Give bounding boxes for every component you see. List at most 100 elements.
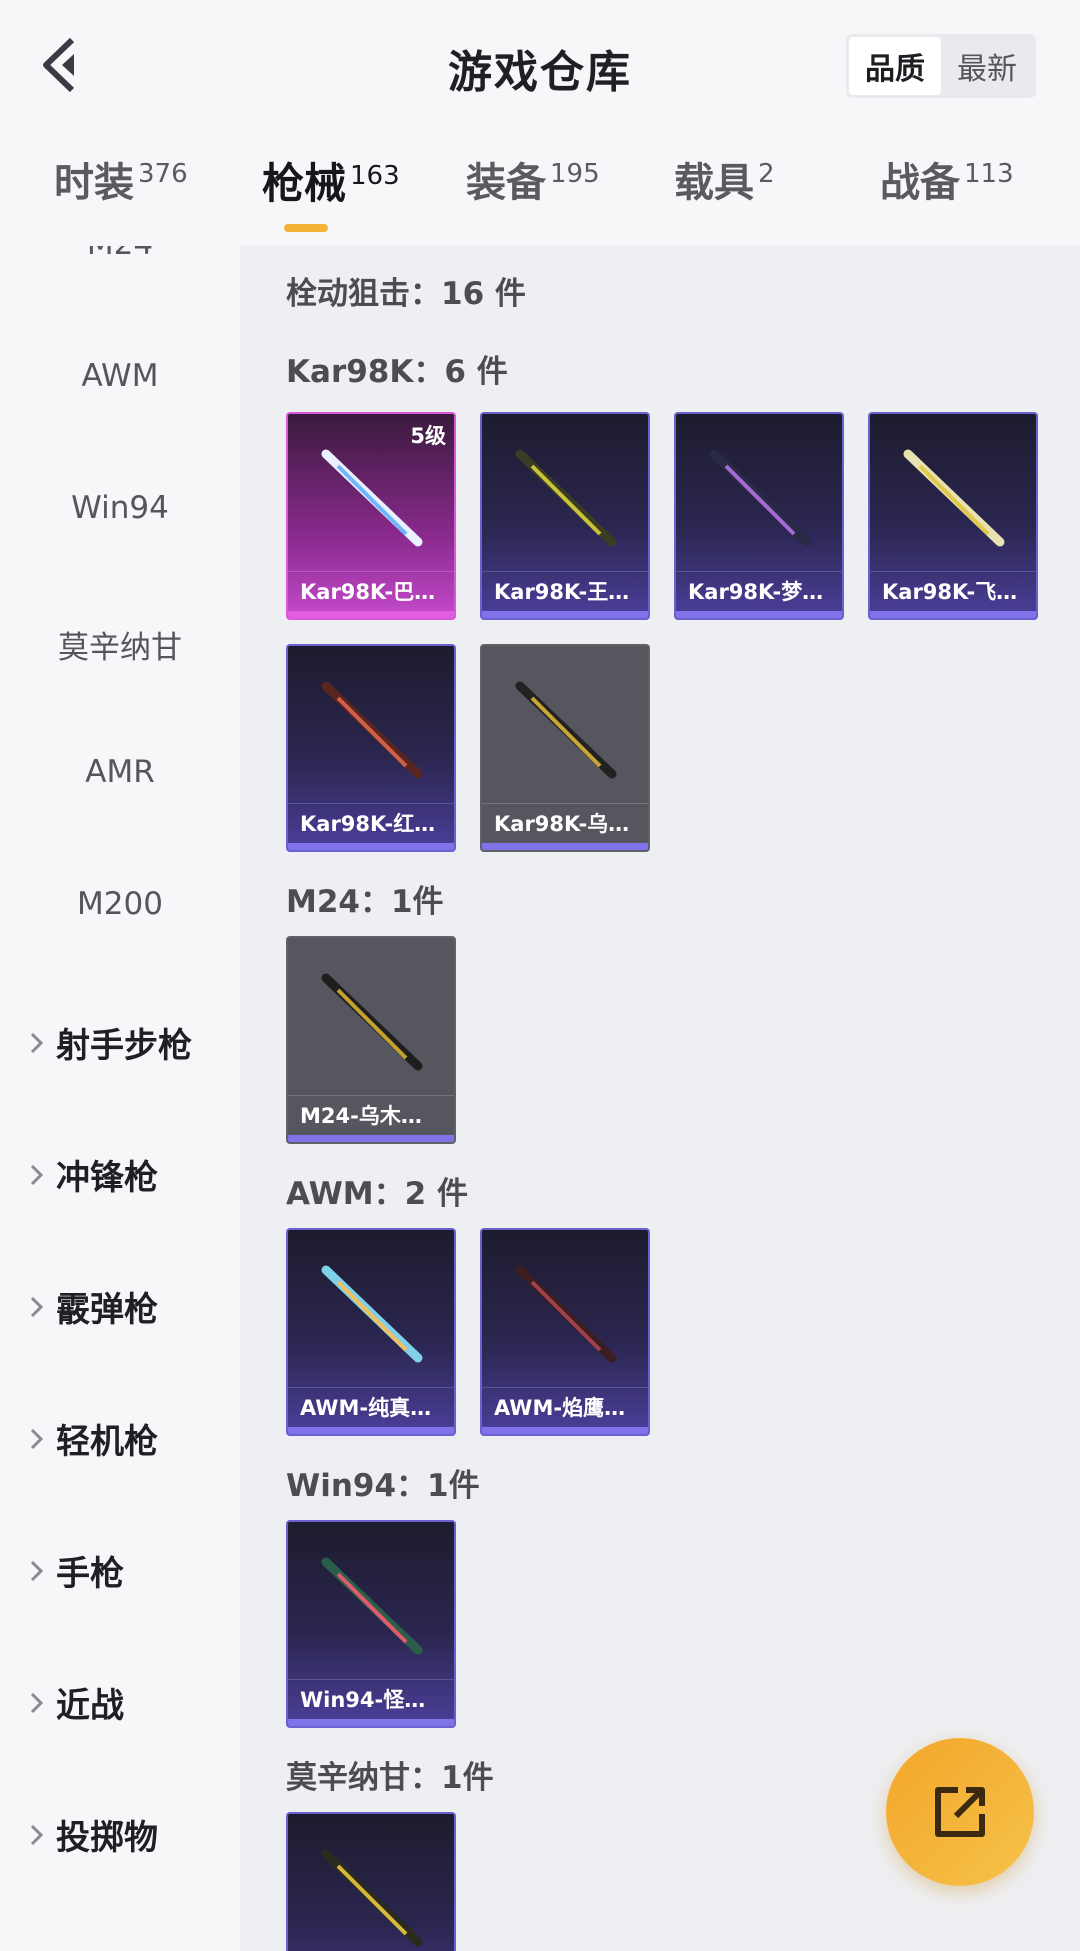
- tab-equipment[interactable]: 装备 195: [466, 150, 600, 246]
- sidebar-item-m24[interactable]: M24: [0, 246, 240, 262]
- rifle-icon: [515, 681, 617, 779]
- rifle-icon: [515, 449, 617, 547]
- section-title: Kar98K：6 件: [286, 354, 508, 390]
- rarity-bar: [288, 843, 454, 850]
- sidebar-category-label: 射手步枪: [56, 1026, 192, 1066]
- tab-count: 163: [350, 161, 400, 191]
- tab-count: 376: [138, 159, 188, 189]
- group-header: 栓动狙击：16 件: [286, 276, 526, 312]
- item-name: Kar98K-红…: [288, 803, 454, 843]
- sidebar-category-label: 霰弹枪: [56, 1290, 158, 1330]
- rifle-icon: [903, 449, 1005, 547]
- section-title: AWM：2 件: [286, 1176, 469, 1212]
- sort-toggle: 品质 最新: [846, 34, 1036, 98]
- sidebar-item-m200[interactable]: M200: [0, 886, 240, 922]
- rarity-bar: [482, 843, 648, 850]
- weapon-skin-card[interactable]: [286, 1812, 456, 1951]
- sort-quality-button[interactable]: 品质: [849, 37, 941, 95]
- rifle-icon: [321, 681, 423, 779]
- sidebar-item-mosin[interactable]: 莫辛纳甘: [0, 622, 240, 667]
- weapon-skin-card[interactable]: Kar98K-红…: [286, 644, 456, 852]
- sidebar-category-lmg[interactable]: 轻机枪: [24, 1414, 158, 1463]
- tab-count: 195: [550, 159, 600, 189]
- rarity-bar: [288, 1719, 454, 1726]
- weapon-skin-card[interactable]: AWM-纯真…: [286, 1228, 456, 1436]
- tab-label: 战备: [880, 160, 960, 206]
- item-name: Kar98K-梦…: [676, 571, 842, 611]
- item-name: Kar98K-乌…: [482, 803, 648, 843]
- item-name: Kar98K-王…: [482, 571, 648, 611]
- weapon-grid: 栓动狙击：16 件 Kar98K：6 件 5级 Kar98K-巴… Kar98K…: [240, 246, 1080, 1951]
- tab-vehicles[interactable]: 载具 2: [674, 150, 775, 246]
- tab-guns[interactable]: 枪械 163: [262, 150, 400, 246]
- rarity-bar: [288, 611, 454, 618]
- tab-count: 2: [758, 159, 775, 189]
- sidebar-item-win94[interactable]: Win94: [0, 490, 240, 526]
- rifle-icon: [709, 449, 811, 547]
- weapon-skin-card[interactable]: Win94-怪…: [286, 1520, 456, 1728]
- weapon-skin-card[interactable]: Kar98K-王…: [480, 412, 650, 620]
- rarity-bar: [288, 1135, 454, 1142]
- section-title: Win94：1件: [286, 1468, 480, 1504]
- weapon-skin-card[interactable]: M24-乌木…: [286, 936, 456, 1144]
- rifle-icon: [321, 973, 423, 1071]
- rarity-bar: [482, 611, 648, 618]
- section-title: M24：1件: [286, 884, 444, 920]
- rarity-bar: [482, 1427, 648, 1434]
- sidebar-category-label: 投掷物: [56, 1818, 158, 1858]
- chevron-right-icon: [30, 1296, 44, 1317]
- sidebar-category-shotgun[interactable]: 霰弹枪: [24, 1282, 158, 1331]
- sidebar-category-label: 冲锋枪: [56, 1158, 158, 1198]
- sidebar-category-melee[interactable]: 近战: [24, 1678, 124, 1727]
- weapon-skin-card[interactable]: Kar98K-乌…: [480, 644, 650, 852]
- chevron-right-icon: [30, 1560, 44, 1581]
- weapon-skin-card[interactable]: Kar98K-梦…: [674, 412, 844, 620]
- rarity-bar: [676, 611, 842, 618]
- active-tab-indicator: [284, 224, 328, 232]
- sidebar-category-pistol[interactable]: 手枪: [24, 1546, 124, 1595]
- item-name: M24-乌木…: [288, 1095, 454, 1135]
- rifle-icon: [321, 449, 423, 547]
- weapon-skin-card[interactable]: AWM-焰鹰…: [480, 1228, 650, 1436]
- tab-label: 时装: [54, 160, 134, 206]
- sidebar-category-throwable[interactable]: 投掷物: [24, 1810, 158, 1859]
- sidebar-item-amr[interactable]: AMR: [0, 754, 240, 790]
- share-export-icon: [935, 1787, 985, 1837]
- tab-fashion[interactable]: 时装 376: [54, 150, 188, 246]
- item-name: AWM-纯真…: [288, 1387, 454, 1427]
- item-name: Kar98K-巴…: [288, 571, 454, 611]
- tab-supplies[interactable]: 战备 113: [880, 150, 1014, 246]
- rifle-icon: [321, 1557, 423, 1655]
- chevron-right-icon: [30, 1692, 44, 1713]
- tab-count: 113: [964, 159, 1014, 189]
- category-tabs: 时装 376 枪械 163 装备 195 载具 2 战备 113: [0, 150, 1080, 246]
- sidebar-category-label: 近战: [56, 1686, 124, 1726]
- sidebar-category-label: 手枪: [56, 1554, 124, 1594]
- rifle-icon: [321, 1265, 423, 1363]
- share-button[interactable]: [886, 1738, 1034, 1886]
- tab-label: 枪械: [262, 159, 347, 208]
- rifle-icon: [515, 1265, 617, 1363]
- chevron-right-icon: [30, 1428, 44, 1449]
- item-name: Win94-怪…: [288, 1679, 454, 1719]
- weapon-type-sidebar: M24 AWM Win94 莫辛纳甘 AMR M200 射手步枪 冲锋枪 霰弹枪…: [0, 246, 240, 1951]
- sort-newest-button[interactable]: 最新: [941, 37, 1033, 95]
- rarity-bar: [288, 1427, 454, 1434]
- weapon-skin-card[interactable]: Kar98K-飞…: [868, 412, 1038, 620]
- item-name: Kar98K-飞…: [870, 571, 1036, 611]
- sidebar-category-smg[interactable]: 冲锋枪: [24, 1150, 158, 1199]
- rifle-icon: [321, 1849, 423, 1947]
- sidebar-category-label: 轻机枪: [56, 1422, 158, 1462]
- rarity-bar: [870, 611, 1036, 618]
- chevron-right-icon: [30, 1164, 44, 1185]
- tab-label: 载具: [674, 160, 754, 206]
- chevron-right-icon: [30, 1824, 44, 1845]
- tab-label: 装备: [466, 160, 546, 206]
- weapon-skin-card[interactable]: 5级 Kar98K-巴…: [286, 412, 456, 620]
- level-badge: 5级: [410, 424, 446, 448]
- item-name: AWM-焰鹰…: [482, 1387, 648, 1427]
- header: 游戏仓库 品质 最新: [0, 0, 1080, 130]
- chevron-right-icon: [30, 1032, 44, 1053]
- sidebar-category-dmr[interactable]: 射手步枪: [24, 1018, 192, 1067]
- sidebar-item-awm[interactable]: AWM: [0, 358, 240, 394]
